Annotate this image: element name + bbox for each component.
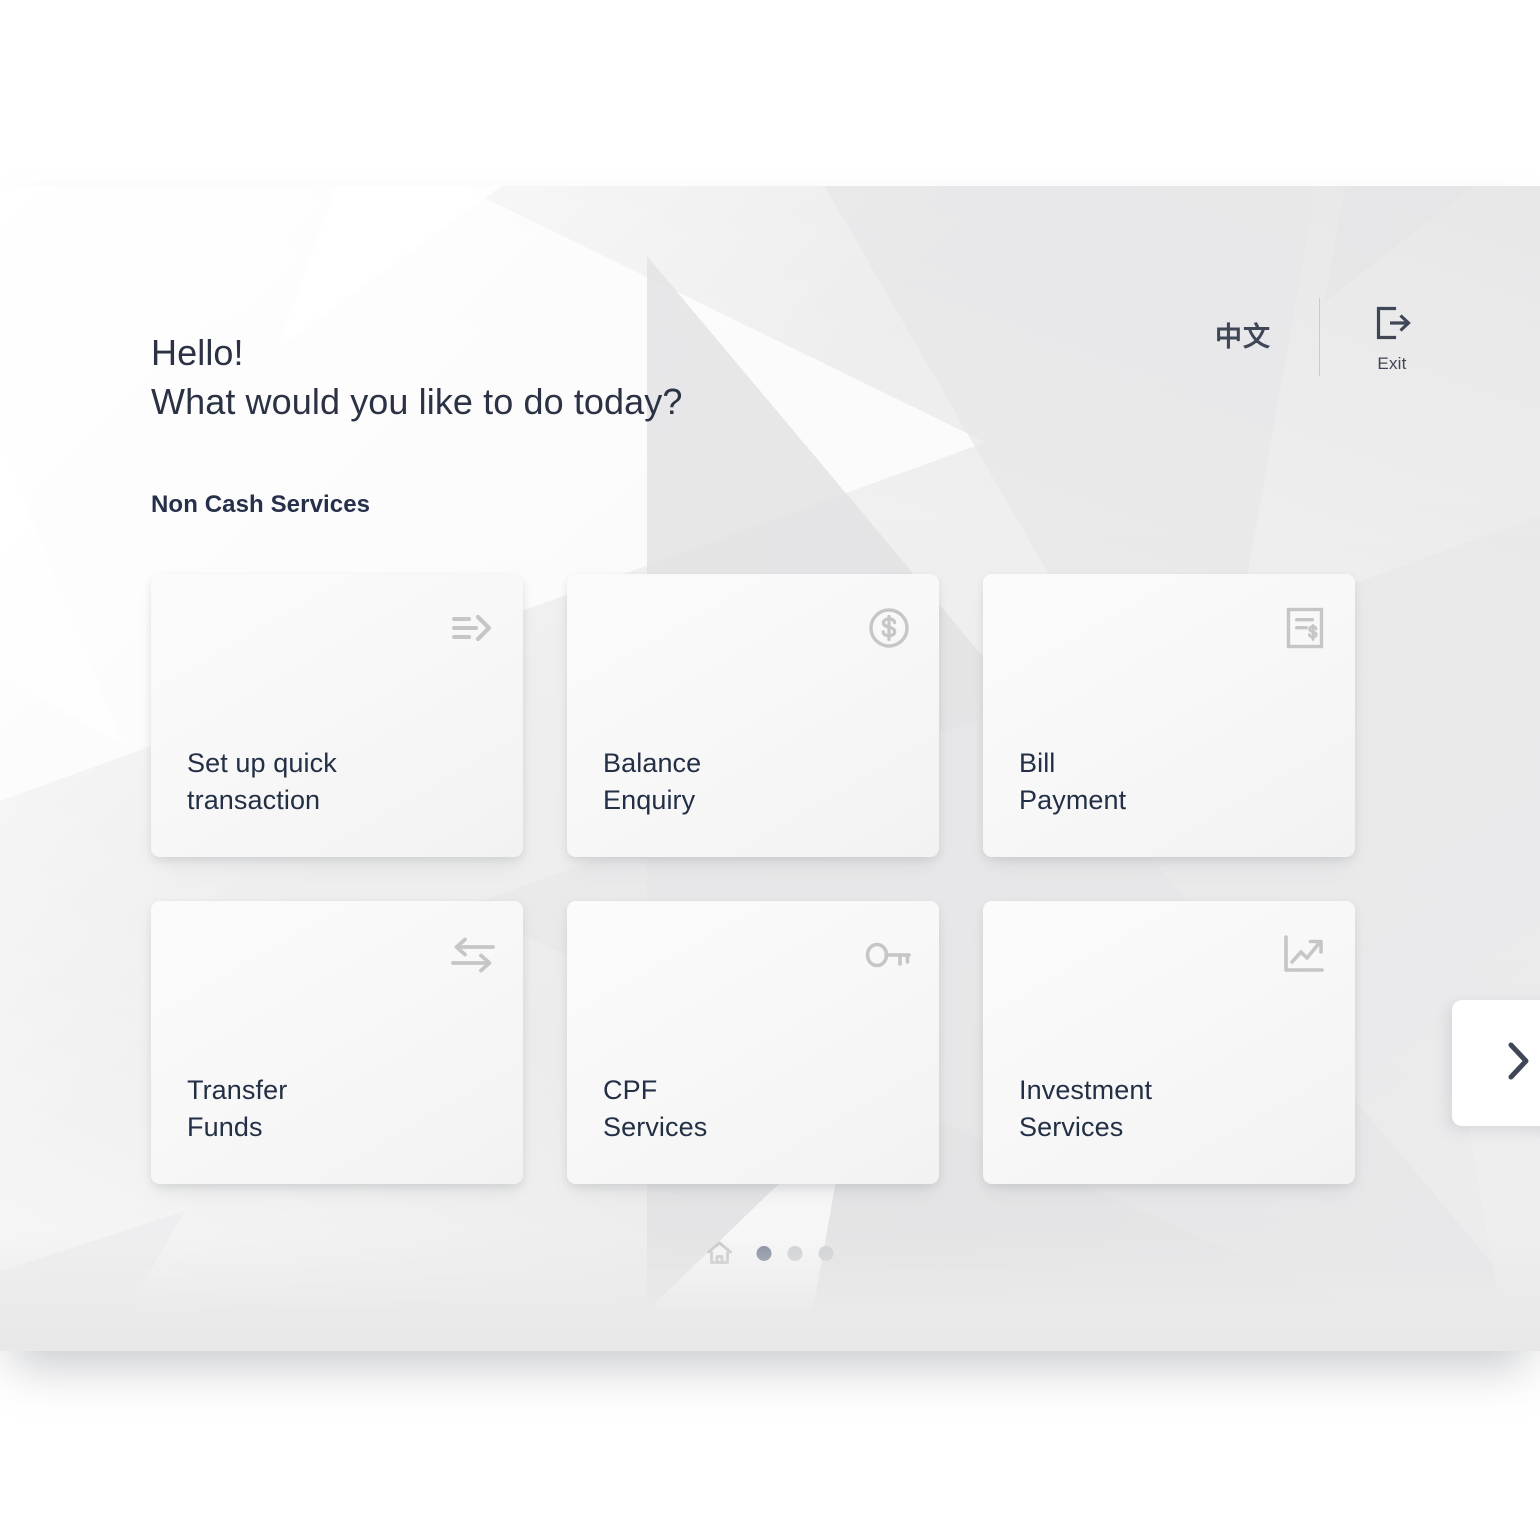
service-card-grid: Set up quick transaction Balance Enquiry (151, 574, 1367, 1184)
greeting-block: Hello! What would you like to do today? (151, 328, 683, 426)
service-label-line-1: Investment (1019, 1075, 1153, 1105)
service-label-line-2: Enquiry (603, 785, 696, 815)
service-card-set-up-quick-transaction[interactable]: Set up quick transaction (151, 574, 523, 857)
service-card-label: Investment Services (1019, 1072, 1152, 1146)
service-label-line-2: Funds (187, 1112, 263, 1142)
key-icon (863, 929, 915, 981)
pager-dot-2[interactable] (787, 1245, 803, 1261)
service-card-label: Set up quick transaction (187, 745, 337, 819)
service-card-label: Bill Payment (1019, 745, 1126, 819)
service-card-balance-enquiry[interactable]: Balance Enquiry (567, 574, 939, 857)
top-bar-divider (1319, 298, 1320, 376)
exit-button[interactable]: Exit (1354, 300, 1430, 374)
service-label-line-1: Balance (603, 748, 702, 778)
section-title: Non Cash Services (151, 491, 371, 518)
exit-label: Exit (1377, 354, 1407, 373)
language-toggle-button[interactable]: 中文 (1205, 318, 1281, 357)
pager (707, 1241, 834, 1265)
service-card-label: Balance Enquiry (603, 745, 701, 819)
greeting-line-2: What would you like to do today? (151, 381, 683, 422)
kiosk-screen: 中文 Exit Hello! What would you like to do… (0, 186, 1540, 1351)
dollar-coin-icon (863, 602, 915, 654)
chevron-right-icon (1503, 1038, 1533, 1089)
service-card-label: CPF Services (603, 1072, 707, 1146)
service-label-line-2: Payment (1019, 785, 1127, 815)
pager-dot-3[interactable] (818, 1245, 834, 1261)
service-label-line-1: CPF (603, 1075, 658, 1105)
service-card-bill-payment[interactable]: Bill Payment (983, 574, 1355, 857)
quick-transaction-arrow-icon (447, 602, 499, 654)
service-card-label: Transfer Funds (187, 1072, 287, 1146)
service-label-line-1: Bill (1019, 748, 1056, 778)
service-card-transfer-funds[interactable]: Transfer Funds (151, 901, 523, 1184)
service-label-line-1: Set up quick (187, 748, 337, 778)
service-card-cpf-services[interactable]: CPF Services (567, 901, 939, 1184)
growth-chart-icon (1279, 929, 1331, 981)
pager-dot-1[interactable] (756, 1245, 772, 1261)
transfer-exchange-arrows-icon (447, 929, 499, 981)
service-card-investment-services[interactable]: Investment Services (983, 901, 1355, 1184)
greeting-line-1: Hello! (151, 332, 244, 373)
top-bar-actions: 中文 Exit (1205, 294, 1430, 380)
service-label-line-2: Services (603, 1112, 708, 1142)
next-page-button[interactable] (1452, 1000, 1540, 1126)
home-icon[interactable] (707, 1241, 733, 1265)
service-label-line-2: Services (1019, 1112, 1124, 1142)
service-label-line-1: Transfer (187, 1075, 288, 1105)
service-label-line-2: transaction (187, 785, 321, 815)
exit-door-arrow-icon (1369, 300, 1415, 351)
invoice-dollar-icon (1279, 602, 1331, 654)
